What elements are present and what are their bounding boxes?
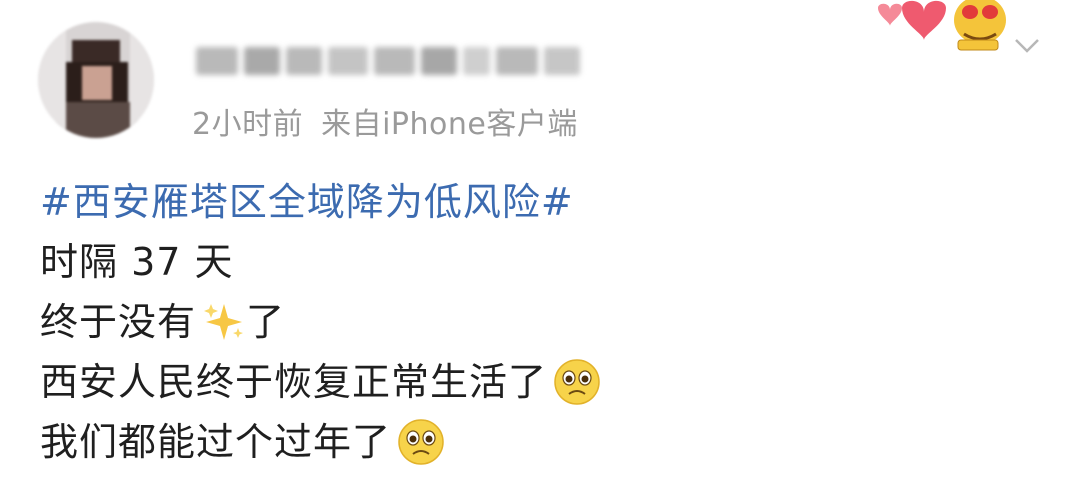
source-suffix: 客户端 bbox=[486, 107, 578, 142]
line-text: 西安人民终于恢复正常生活了 bbox=[40, 360, 548, 404]
topic-link[interactable]: #西安雁塔区全域降为低风险# bbox=[40, 172, 574, 232]
sparkles-icon bbox=[204, 304, 244, 340]
post-line: #西安雁塔区全域降为低风险# bbox=[40, 172, 601, 232]
post-content: #西安雁塔区全域降为低风险# 时隔 37 天 终于没有 了 西安人民终于恢复正常… bbox=[40, 172, 601, 472]
post-line: 我们都能过个过年了 bbox=[40, 412, 601, 472]
source-prefix: 来自 bbox=[321, 107, 383, 142]
pleading-face-icon bbox=[554, 359, 600, 405]
pleading-face-icon bbox=[398, 419, 444, 465]
line-text: 了 bbox=[246, 300, 286, 344]
post-meta: 2小时前 来自iPhone客户端 bbox=[192, 99, 578, 143]
decoration-sticker-icon bbox=[878, 0, 1006, 51]
username-redacted[interactable] bbox=[196, 44, 580, 78]
post-line: 时隔 37 天 bbox=[40, 232, 601, 292]
post-line: 西安人民终于恢复正常生活了 bbox=[40, 352, 601, 412]
chevron-down-icon[interactable] bbox=[1012, 30, 1042, 60]
line-text: 终于没有 bbox=[40, 300, 197, 344]
timestamp: 2小时前 bbox=[192, 107, 304, 142]
avatar[interactable] bbox=[38, 22, 154, 138]
line-text: 时隔 37 天 bbox=[40, 240, 234, 284]
source-device: iPhone bbox=[382, 107, 487, 142]
line-text: 我们都能过个过年了 bbox=[40, 420, 392, 464]
post-line: 终于没有 了 bbox=[40, 292, 601, 352]
